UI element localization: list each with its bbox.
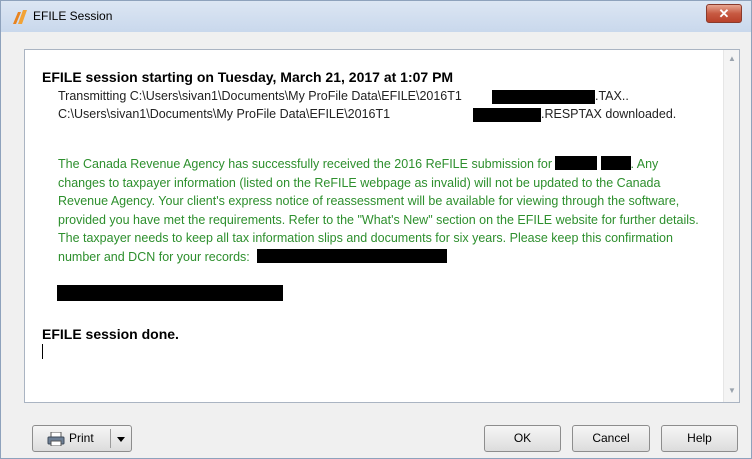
cra-confirmation-message: The Canada Revenue Agency has successful…: [58, 155, 708, 266]
chevron-down-icon[interactable]: [117, 437, 125, 442]
print-label: Print: [69, 431, 94, 445]
transmit-line: Transmitting C:\Users\sivan1\Documents\M…: [58, 89, 708, 105]
print-button[interactable]: Print: [32, 425, 132, 452]
close-icon: ✕: [718, 6, 730, 21]
scroll-up-icon[interactable]: ▲: [727, 54, 737, 64]
profile-app-icon: [13, 10, 27, 24]
printer-icon: [47, 432, 65, 446]
transmit-path: Transmitting C:\Users\sivan1\Documents\M…: [58, 89, 462, 103]
window-title: EFILE Session: [33, 9, 113, 23]
session-start-heading: EFILE session starting on Tuesday, March…: [42, 69, 454, 85]
redacted-filename: [473, 108, 541, 122]
efile-session-dialog: EFILE Session ✕ EFILE session starting o…: [0, 0, 752, 459]
message-text-part1: The Canada Revenue Agency has successful…: [58, 157, 553, 171]
download-line: C:\Users\sivan1\Documents\My ProFile Dat…: [58, 107, 718, 123]
transmit-ext: .TAX..: [595, 89, 629, 103]
download-path: C:\Users\sivan1\Documents\My ProFile Dat…: [58, 107, 391, 121]
session-log-content: EFILE session starting on Tuesday, March…: [25, 50, 723, 402]
help-button[interactable]: Help: [661, 425, 738, 452]
close-button[interactable]: ✕: [706, 4, 742, 23]
session-done-text: EFILE session done.: [42, 326, 179, 342]
ok-button[interactable]: OK: [484, 425, 561, 452]
session-log-panel[interactable]: EFILE session starting on Tuesday, March…: [24, 49, 740, 403]
vertical-scrollbar[interactable]: ▲ ▼: [723, 50, 739, 402]
redacted-filename: [492, 90, 595, 104]
scroll-down-icon[interactable]: ▼: [727, 386, 737, 396]
title-bar[interactable]: EFILE Session ✕: [1, 1, 751, 32]
text-caret: [42, 344, 43, 359]
cancel-button[interactable]: Cancel: [572, 425, 650, 452]
redacted-taxpayer-name: [555, 156, 598, 170]
redacted-confirmation-number: [257, 248, 448, 263]
redacted-taxpayer-name: [600, 156, 631, 170]
download-status: .RESPTAX downloaded.: [541, 107, 677, 121]
split-divider: [110, 429, 111, 448]
redacted-dcn: [57, 285, 283, 301]
